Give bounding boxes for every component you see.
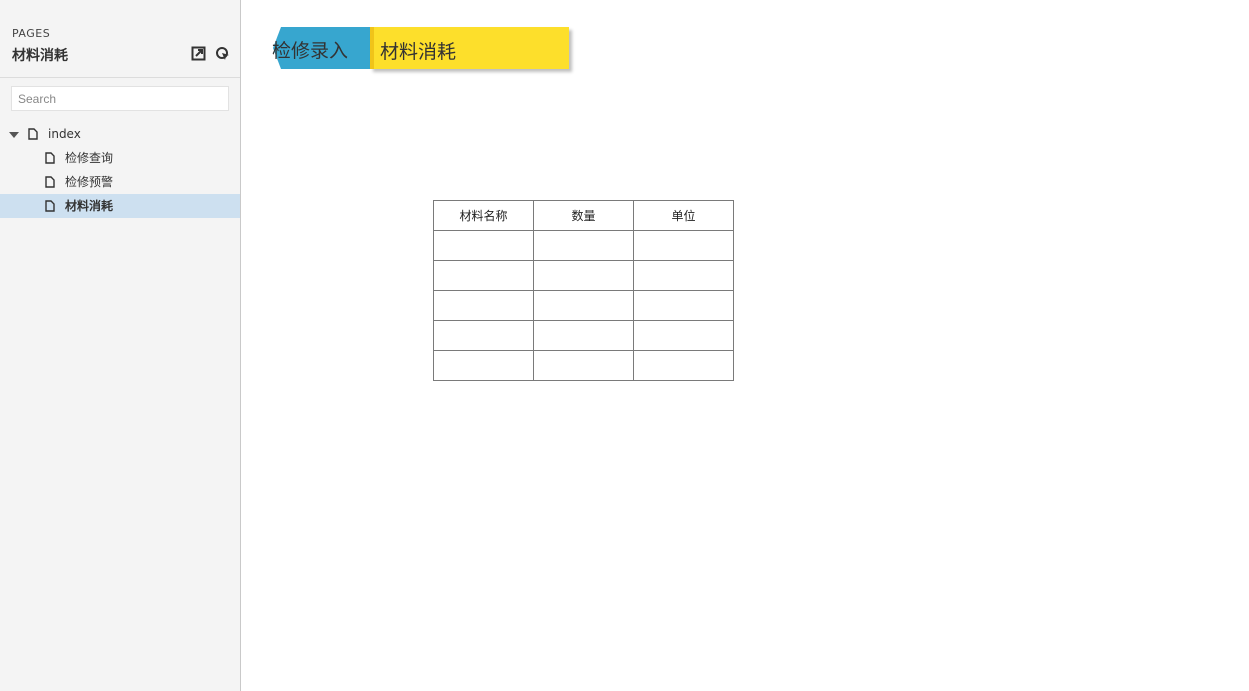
page-icon bbox=[45, 200, 55, 212]
table-row bbox=[433, 290, 734, 321]
tag-primary-label: 检修录入 bbox=[272, 40, 349, 62]
table-cell bbox=[533, 350, 634, 381]
page-tree: index 检修查询 检修预警 材料消耗 bbox=[0, 122, 240, 218]
table-row bbox=[433, 320, 734, 351]
app-window: PAGES 材料消耗 index bbox=[0, 0, 1249, 691]
table-row bbox=[433, 350, 734, 381]
page-icon bbox=[45, 152, 55, 164]
tag-secondary-label: 材料消耗 bbox=[380, 41, 457, 63]
page-icon bbox=[28, 128, 38, 140]
table-cell bbox=[433, 230, 534, 261]
table-cell bbox=[533, 320, 634, 351]
locate-icon[interactable] bbox=[215, 46, 230, 61]
pages-sidebar: PAGES 材料消耗 index bbox=[0, 0, 241, 691]
tree-item-index[interactable]: index bbox=[0, 122, 240, 146]
table-cell bbox=[633, 290, 734, 321]
table-cell bbox=[433, 320, 534, 351]
table-cell bbox=[633, 230, 734, 261]
table-cell bbox=[533, 230, 634, 261]
tree-item-label: 检修查询 bbox=[65, 151, 114, 165]
expand-caret-icon[interactable] bbox=[9, 132, 19, 138]
tree-item-inspection-query[interactable]: 检修查询 bbox=[0, 146, 240, 170]
table-cell bbox=[633, 350, 734, 381]
tree-item-inspection-alert[interactable]: 检修预警 bbox=[0, 170, 240, 194]
table-cell bbox=[433, 260, 534, 291]
tree-item-label: 材料消耗 bbox=[65, 199, 114, 213]
table-cell bbox=[633, 320, 734, 351]
tree-item-label: 检修预警 bbox=[65, 175, 114, 189]
table-cell bbox=[533, 260, 634, 291]
table-row bbox=[433, 260, 734, 291]
table-cell bbox=[533, 290, 634, 321]
table-row bbox=[433, 230, 734, 261]
table-cell bbox=[633, 260, 734, 291]
search-input[interactable] bbox=[11, 86, 229, 111]
column-header: 材料名称 bbox=[433, 200, 534, 231]
export-icon[interactable] bbox=[191, 46, 206, 61]
page-canvas: 检修录入 材料消耗 材料名称 数量 单位 bbox=[241, 0, 1249, 691]
tree-item-material-consumption[interactable]: 材料消耗 bbox=[0, 194, 240, 218]
table-cell bbox=[433, 290, 534, 321]
page-icon bbox=[45, 176, 55, 188]
material-table: 材料名称 数量 单位 bbox=[433, 200, 734, 381]
column-header: 数量 bbox=[533, 200, 634, 231]
table-cell bbox=[433, 350, 534, 381]
sidebar-header: PAGES 材料消耗 bbox=[0, 0, 240, 78]
pages-label: PAGES bbox=[12, 27, 51, 40]
current-page-title: 材料消耗 bbox=[12, 48, 68, 64]
tree-item-label: index bbox=[48, 127, 81, 141]
table-header-row: 材料名称 数量 单位 bbox=[433, 200, 734, 231]
column-header: 单位 bbox=[633, 200, 734, 231]
